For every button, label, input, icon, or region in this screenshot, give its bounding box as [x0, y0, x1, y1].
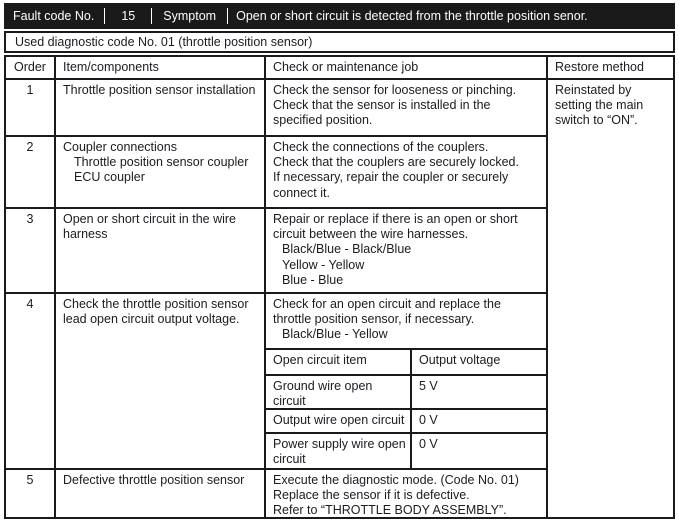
row-1-check-line-1: Check the sensor for looseness or pinchi… — [273, 83, 517, 97]
column-header-item: Item/components — [54, 57, 264, 78]
row-5-check: Execute the diagnostic mode. (Code No. 0… — [264, 468, 546, 517]
subtable-row-item: Power supply wire open circuit — [266, 431, 410, 470]
column-header-check: Check or maintenance job — [264, 57, 546, 78]
row-4-check-line-1: Check for an open circuit and replace th… — [273, 297, 501, 327]
subtable-header-voltage: Output voltage — [410, 349, 546, 374]
diagnostic-steps-table: Order Item/components Check or maintenan… — [4, 55, 675, 519]
row-2-check-line-1: Check the connections of the couplers. — [273, 140, 489, 154]
row-2-check-line-2: Check that the couplers are securely loc… — [273, 155, 519, 170]
row-2-check-line-3: If necessary, repair the coupler or secu… — [273, 170, 509, 200]
row-3-check: Repair or replace if there is an open or… — [264, 207, 546, 292]
table-row: 5 — [6, 468, 54, 517]
service-manual-fault-code-page: Fault code No. 15 Symptom Open or short … — [0, 0, 679, 522]
table-row: 3 — [6, 207, 54, 292]
fault-code-label: Fault code No. — [13, 9, 95, 23]
used-diagnostic-code-row: Used diagnostic code No. 01 (throttle po… — [4, 31, 675, 53]
row-2-item-sub-1: Throttle position sensor coupler — [74, 155, 249, 170]
used-diagnostic-code-text: Used diagnostic code No. 01 (throttle po… — [15, 35, 313, 49]
column-header-restore: Restore method — [546, 57, 673, 78]
row-3-check-line-1: Repair or replace if there is an open or… — [273, 212, 518, 242]
table-row: 4 — [6, 292, 54, 468]
row-4-wire-pair-1: Black/Blue - Yellow — [282, 327, 388, 342]
subtable-row-voltage: 0 V — [410, 407, 546, 432]
row-4-check-intro: Check for an open circuit and replace th… — [266, 294, 546, 345]
subtable-row-item: Output wire open circuit — [266, 407, 410, 432]
symptom-label: Symptom — [163, 9, 217, 23]
subtable-row-voltage: 5 V — [410, 373, 546, 408]
row-4-check: Check for an open circuit and replace th… — [264, 292, 546, 471]
fault-code-header-bar: Fault code No. 15 Symptom Open or short … — [4, 3, 675, 29]
row-3-item: Open or short circuit in the wire harnes… — [54, 207, 264, 292]
row-2-item-line-1: Coupler connections — [63, 140, 177, 154]
row-1-check: Check the sensor for looseness or pinchi… — [264, 78, 546, 135]
row-5-check-line-1: Execute the diagnostic mode. (Code No. 0… — [273, 473, 519, 487]
table-row: 2 — [6, 135, 54, 207]
row-2-item-sub-2: ECU coupler — [74, 170, 145, 185]
column-header-order: Order — [14, 60, 46, 74]
subtable-header-item: Open circuit item — [273, 352, 367, 367]
row-1-item: Throttle position sensor installation — [54, 78, 264, 135]
restore-method-cell: Reinstated by setting the main switch to… — [546, 78, 673, 517]
open-circuit-voltage-subtable: Open circuit item Output voltage Ground … — [266, 347, 546, 471]
subtable-row-item: Ground wire open circuit — [266, 373, 410, 408]
row-5-item: Defective throttle position sensor — [54, 468, 264, 517]
row-2-item: Coupler connections Throttle position se… — [54, 135, 264, 207]
subtable-row-voltage: 0 V — [410, 431, 546, 471]
table-row: 1 — [6, 78, 54, 135]
row-3-wire-pair-3: Blue - Blue — [282, 272, 344, 287]
row-5-check-line-3: Refer to “THROTTLE BODY ASSEMBLY”. — [273, 503, 507, 517]
symptom-text: Open or short circuit is detected from t… — [236, 9, 588, 23]
row-1-check-line-2: Check that the sensor is installed in th… — [273, 98, 491, 128]
row-3-wire-pair-1: Black/Blue - Black/Blue — [282, 242, 412, 257]
row-5-check-line-2: Replace the sensor if it is defective. — [273, 488, 470, 503]
row-2-check: Check the connections of the couplers. C… — [264, 135, 546, 207]
row-4-item: Check the throttle position sensor lead … — [54, 292, 264, 468]
row-3-wire-pair-2: Yellow - Yellow — [282, 257, 365, 272]
fault-code-value: 15 — [121, 9, 136, 23]
